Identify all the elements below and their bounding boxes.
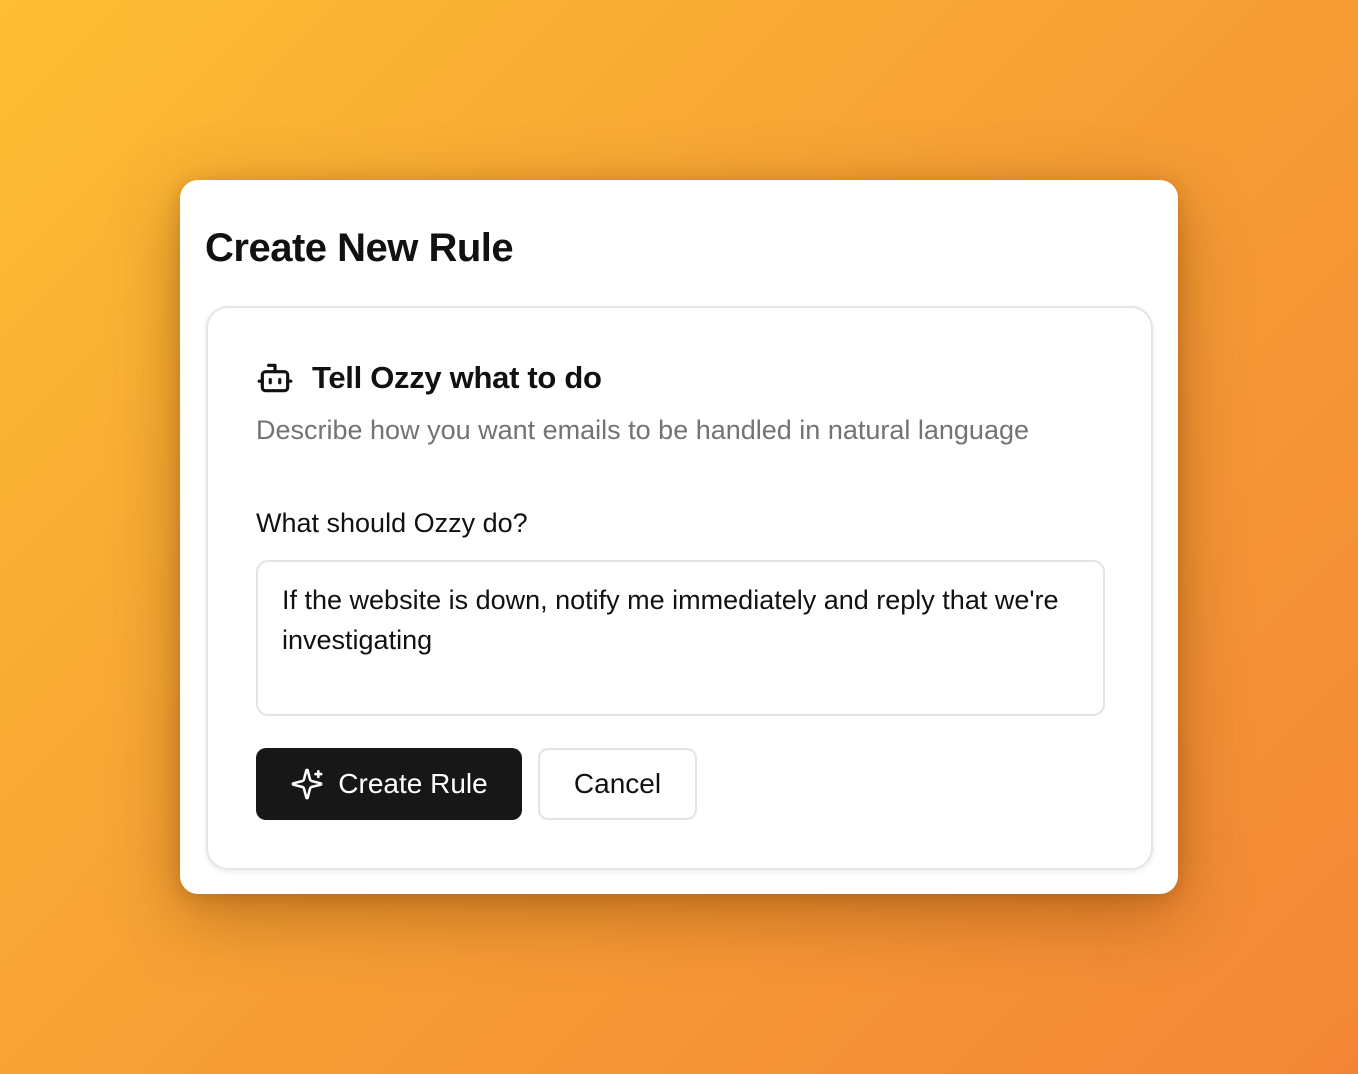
card-header: Tell Ozzy what to do <box>256 358 602 398</box>
sparkles-icon <box>290 767 324 801</box>
create-rule-label: Create Rule <box>338 768 488 799</box>
create-rule-button[interactable]: Create Rule <box>256 748 522 820</box>
rule-card: Tell Ozzy what to do Describe how you wa… <box>206 306 1153 870</box>
rule-input-label: What should Ozzy do? <box>256 508 528 538</box>
card-title: Tell Ozzy what to do <box>312 360 602 395</box>
cancel-button[interactable]: Cancel <box>538 748 697 820</box>
rule-textarea[interactable]: If the website is down, notify me immedi… <box>256 560 1105 716</box>
dialog-title: Create New Rule <box>205 226 514 270</box>
card-description: Describe how you want emails to be handl… <box>256 415 1029 445</box>
bot-icon <box>256 359 294 397</box>
create-rule-dialog: Create New Rule Tell Ozzy what to do Des… <box>180 180 1178 894</box>
